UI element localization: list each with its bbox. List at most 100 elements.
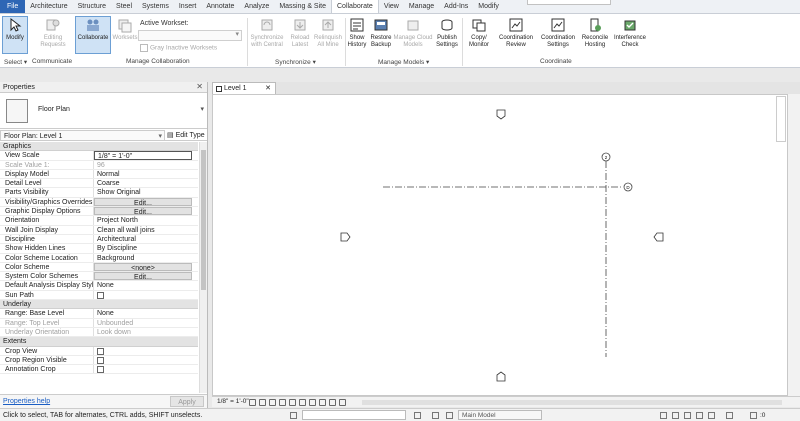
property-checkbox[interactable] [94,356,198,364]
category-underlay[interactable]: Underlay [0,300,198,310]
property-value[interactable]: Architectural [94,235,198,243]
ribbon-search-box[interactable] [527,0,611,5]
show-history-button[interactable]: Show History [346,17,368,49]
selection-links-icon[interactable] [660,412,667,419]
publish-settings-button[interactable]: Publish Settings [434,17,460,49]
navigation-bar[interactable] [776,96,786,142]
active-workset-dropdown[interactable] [138,30,242,41]
tab-level-1[interactable]: Level 1 ✕ [212,82,276,94]
property-checkbox[interactable] [94,365,198,374]
select-by-face-icon[interactable] [696,412,703,419]
workset-dropdown[interactable] [302,410,406,420]
checkbox[interactable] [97,366,104,374]
property-value[interactable]: Normal [94,170,198,178]
design-option-icon[interactable] [446,412,453,419]
property-edit-button[interactable]: <none> [94,262,192,272]
shadows-icon[interactable] [279,399,286,406]
panel-label-synchronize[interactable]: Synchronize ▾ [275,58,316,66]
close-icon[interactable]: ✕ [196,82,203,91]
design-options-icon[interactable] [432,412,439,419]
checkbox[interactable] [97,347,104,355]
collaborate-button[interactable]: Collaborate [75,16,111,54]
property-checkbox[interactable] [94,347,198,355]
active-model-dropdown[interactable]: Main Model [458,410,542,420]
checkbox[interactable] [97,291,104,299]
reveal-hidden-icon[interactable] [319,399,326,406]
tab-insert[interactable]: Insert [174,0,202,13]
workset-icon[interactable] [290,412,297,419]
property-value[interactable]: By Discipline [94,244,198,252]
property-value[interactable]: Project North [94,216,198,224]
copy-monitor-button[interactable]: Copy/ Monitor [464,17,494,49]
crop-region-icon[interactable] [299,399,306,406]
analytical-model-icon[interactable] [329,399,336,406]
sun-path-icon[interactable] [269,399,276,406]
property-edit-button[interactable]: Edit... [94,197,192,207]
sync-central-button[interactable]: Synchronize with Central [250,17,284,49]
drag-elements-icon[interactable] [708,412,715,419]
editing-requests-status-icon[interactable] [414,412,421,419]
category-extents[interactable]: Extents [0,337,198,347]
property-checkbox[interactable] [94,291,198,299]
view-scale-button[interactable]: 1/8" = 1'-0" [217,398,249,405]
coordination-review-button[interactable]: Coordination Review [496,17,536,49]
worksets-button[interactable]: Worksets [112,17,138,42]
property-value[interactable]: Background [94,254,198,262]
tab-analyze[interactable]: Analyze [239,0,274,13]
gray-inactive-worksets-button[interactable]: Gray Inactive Worksets [140,44,217,52]
property-value[interactable]: 1/8" = 1'-0" [94,151,192,160]
panel-label-manage-models[interactable]: Manage Models ▾ [378,58,429,66]
tab-steel[interactable]: Steel [111,0,137,13]
drawing-canvas[interactable]: D 2 [212,94,788,396]
modify-button[interactable]: Modify [2,16,28,54]
tab-annotate[interactable]: Annotate [201,0,239,13]
editing-requests-button[interactable]: Editing Requests [36,17,70,49]
canvas-vertical-scrollbar[interactable] [788,94,800,396]
property-edit-button[interactable]: Edit... [94,272,192,281]
property-value[interactable]: Clean all wall joins [94,226,198,234]
selection-underlay-icon[interactable] [672,412,679,419]
restore-backup-button[interactable]: Restore Backup [369,17,393,49]
instance-filter-dropdown[interactable]: Floor Plan: Level 1 [0,130,165,142]
properties-scrollbar[interactable] [199,142,207,393]
edit-type-button[interactable]: ▤ Edit Type [167,130,205,141]
relinquish-all-button[interactable]: Relinquish All Mine [313,17,343,49]
reload-latest-button[interactable]: Reload Latest [287,17,313,49]
tab-structure[interactable]: Structure [73,0,111,13]
properties-help-link[interactable]: Properties help [3,398,50,405]
manage-cloud-models-button[interactable]: Manage Cloud Models [393,17,433,49]
tab-manage[interactable]: Manage [404,0,439,13]
panel-label-select[interactable]: Select ▾ [4,58,27,66]
property-value[interactable]: None [94,281,198,289]
filter-icon[interactable] [750,412,757,419]
property-edit-button[interactable]: Edit... [94,207,192,216]
scrollbar-thumb[interactable] [201,150,206,290]
tab-architecture[interactable]: Architecture [25,0,72,13]
visual-style-icon[interactable] [259,399,266,406]
checkbox[interactable] [97,356,104,364]
tab-file[interactable]: File [0,0,26,13]
property-value[interactable]: None [94,309,198,317]
highlight-displacement-icon[interactable] [339,399,346,406]
coordination-settings-button[interactable]: Coordination Settings [538,17,578,49]
tab-add-ins[interactable]: Add-Ins [439,0,473,13]
property-value[interactable]: Show Original [94,188,198,196]
tab-systems[interactable]: Systems [137,0,174,13]
tab-massing-site[interactable]: Massing & Site [274,0,331,13]
selection-pinned-icon[interactable] [684,412,691,419]
tab-collaborate[interactable]: Collaborate [331,0,379,13]
category-graphics[interactable]: Graphics [0,142,198,152]
tab-modify[interactable]: Modify [473,0,504,13]
chevron-down-icon[interactable]: ▾ [200,105,204,113]
tab-view[interactable]: View [379,0,404,13]
reconcile-hosting-button[interactable]: Reconcile Hosting [580,17,610,49]
temporary-hide-icon[interactable] [309,399,316,406]
interference-check-button[interactable]: Interference Check [612,17,648,49]
canvas-horizontal-scrollbar[interactable] [362,400,782,405]
apply-button[interactable]: Apply [170,396,204,407]
background-process-icon[interactable] [726,412,733,419]
crop-view-icon[interactable] [289,399,296,406]
detail-level-icon[interactable] [249,399,256,406]
type-selector[interactable]: Floor Plan ▾ [0,93,207,129]
property-value[interactable]: Coarse [94,179,198,187]
